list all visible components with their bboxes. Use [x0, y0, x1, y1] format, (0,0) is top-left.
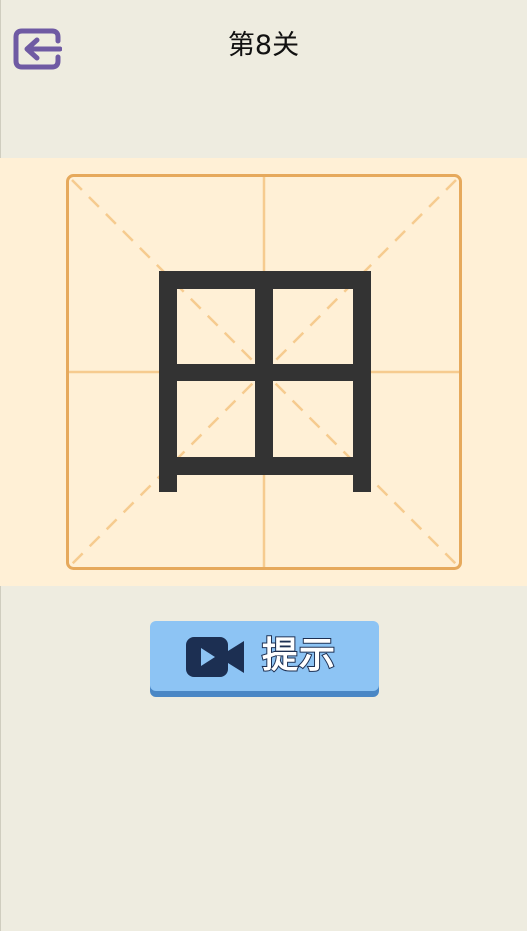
stroke-bottom [159, 457, 371, 475]
hint-button[interactable]: 提示 [150, 621, 379, 699]
stroke-horizontal-middle [159, 364, 371, 381]
video-camera-icon [186, 637, 244, 677]
hint-label: 提示 [261, 634, 337, 677]
character-tian[interactable] [66, 174, 462, 570]
level-title: 第8关 [227, 30, 300, 61]
